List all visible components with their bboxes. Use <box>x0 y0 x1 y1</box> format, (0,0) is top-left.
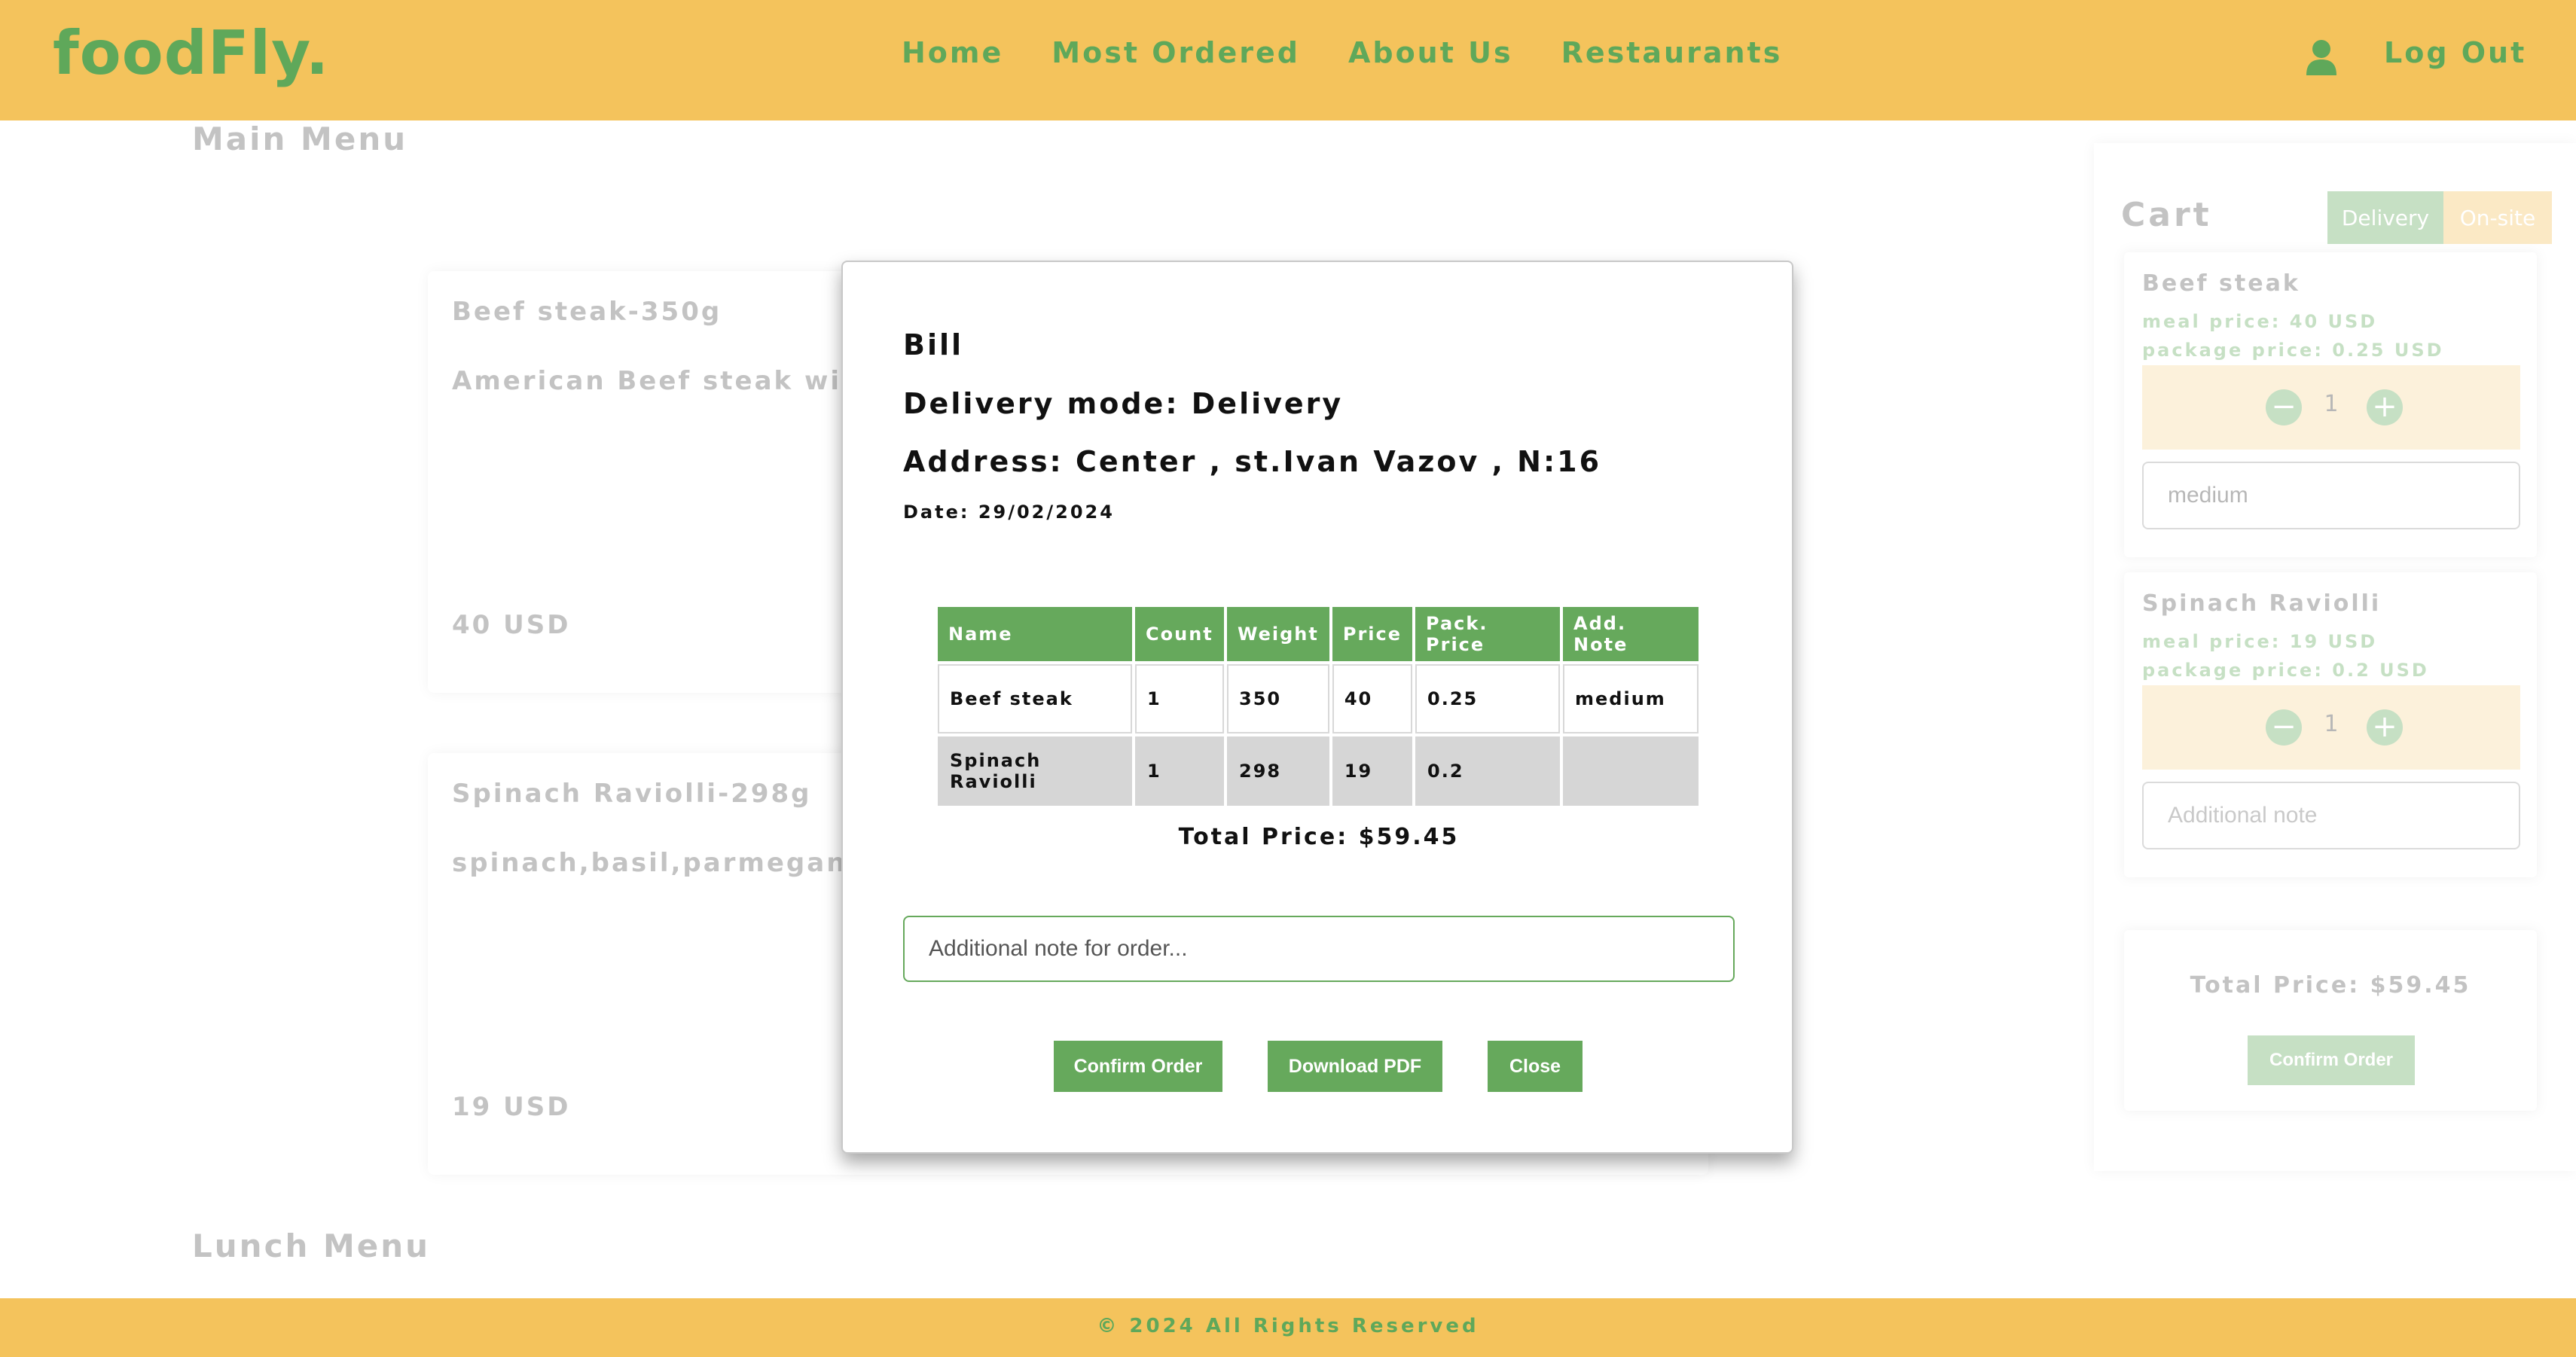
cart-confirm-button[interactable]: Confirm Order <box>2248 1035 2415 1085</box>
cart-item-note-input[interactable] <box>2142 782 2520 849</box>
quantity-stepper: − 1 + <box>2142 365 2520 450</box>
bill-date: Date: 29/02/2024 <box>903 502 1115 523</box>
column-header-price: Price <box>1332 607 1413 661</box>
menu-card-price: 19 USD <box>452 1092 571 1122</box>
cell-count: 1 <box>1135 664 1224 733</box>
cart-item-meal-price: meal price: 19 USD <box>2142 631 2378 652</box>
cart-item-note-input[interactable] <box>2142 462 2520 529</box>
column-header-count: Count <box>1135 607 1224 661</box>
minus-icon[interactable]: − <box>2266 389 2302 425</box>
delivery-address: Address: Center , st.Ivan Vazov , N:16 <box>903 445 1602 478</box>
cell-name: Spinach Raviolli <box>938 736 1132 806</box>
cart-item-name: Beef steak <box>2142 270 2300 297</box>
footer: © 2024 All Rights Reserved <box>0 1298 2576 1357</box>
plus-icon[interactable]: + <box>2367 709 2403 746</box>
lunch-menu-title: Lunch Menu <box>192 1227 431 1264</box>
bill-title: Bill <box>903 328 964 361</box>
cell-price: 40 <box>1332 664 1413 733</box>
cart-panel: Cart Delivery On-site Beef steak meal pr… <box>2094 143 2576 1171</box>
cart-item: Beef steak meal price: 40 USD package pr… <box>2124 252 2537 557</box>
main-menu-title: Main Menu <box>192 120 408 157</box>
column-header-add-note: Add. Note <box>1563 607 1699 661</box>
download-pdf-button[interactable]: Download PDF <box>1268 1041 1442 1092</box>
cell-add-note: medium <box>1563 664 1699 733</box>
table-header-row: Name Count Weight Price Pack. Price Add.… <box>938 607 1699 661</box>
quantity-stepper: − 1 + <box>2142 685 2520 770</box>
column-header-name: Name <box>938 607 1132 661</box>
user-icon[interactable] <box>2305 39 2338 75</box>
quantity-value: 1 <box>2324 391 2339 417</box>
cell-name: Beef steak <box>938 664 1132 733</box>
menu-card-description: American Beef steak with f <box>452 366 902 396</box>
menu-card-name: Beef steak-350g <box>452 297 722 327</box>
delivery-mode: Delivery mode: Delivery <box>903 387 1344 420</box>
cell-price: 19 <box>1332 736 1413 806</box>
cart-total-price: Total Price: $59.45 <box>2190 972 2471 999</box>
bill-table: Name Count Weight Price Pack. Price Add.… <box>935 604 1702 809</box>
cell-pack-price: 0.25 <box>1415 664 1561 733</box>
bill-modal: Bill Delivery mode: Delivery Address: Ce… <box>841 261 1793 1154</box>
close-button[interactable]: Close <box>1488 1041 1583 1092</box>
cart-item-name: Spinach Raviolli <box>2142 590 2382 617</box>
order-note-input[interactable] <box>903 916 1735 982</box>
delivery-toggle[interactable]: Delivery <box>2327 191 2443 244</box>
cell-count: 1 <box>1135 736 1224 806</box>
top-navbar: foodFly. Home Most Ordered About Us Rest… <box>0 0 2576 120</box>
column-header-weight: Weight <box>1227 607 1329 661</box>
table-row: Spinach Raviolli 1 298 19 0.2 <box>938 736 1699 806</box>
menu-card-price: 40 USD <box>452 610 571 640</box>
table-row: Beef steak 1 350 40 0.25 medium <box>938 664 1699 733</box>
cart-item-package-price: package price: 0.2 USD <box>2142 660 2429 681</box>
nav-about-us[interactable]: About Us <box>1348 36 1513 69</box>
menu-card-name: Spinach Raviolli-298g <box>452 779 812 809</box>
logout-link[interactable]: Log Out <box>2384 36 2526 69</box>
cell-pack-price: 0.2 <box>1415 736 1561 806</box>
cart-item: Spinach Raviolli meal price: 19 USD pack… <box>2124 572 2537 877</box>
cart-item-package-price: package price: 0.25 USD <box>2142 340 2444 361</box>
plus-icon[interactable]: + <box>2367 389 2403 425</box>
logo[interactable]: foodFly. <box>53 18 329 88</box>
nav-home[interactable]: Home <box>902 36 1003 69</box>
copyright-text: © 2024 All Rights Reserved <box>1097 1315 1479 1337</box>
menu-card-description: spinach,basil,parmegano,c <box>452 848 896 878</box>
confirm-order-button[interactable]: Confirm Order <box>1054 1041 1222 1092</box>
quantity-value: 1 <box>2324 711 2339 737</box>
minus-icon[interactable]: − <box>2266 709 2302 746</box>
cell-add-note <box>1563 736 1699 806</box>
cart-title: Cart <box>2121 196 2212 234</box>
bill-total-price: Total Price: $59.45 <box>1178 824 1460 850</box>
onsite-toggle[interactable]: On-site <box>2443 191 2552 244</box>
column-header-pack-price: Pack. Price <box>1415 607 1561 661</box>
cell-weight: 298 <box>1227 736 1329 806</box>
nav-restaurants[interactable]: Restaurants <box>1561 36 1783 69</box>
cell-weight: 350 <box>1227 664 1329 733</box>
cart-summary: Total Price: $59.45 Confirm Order <box>2124 930 2537 1111</box>
main-nav: Home Most Ordered About Us Restaurants <box>902 36 1782 69</box>
cart-item-meal-price: meal price: 40 USD <box>2142 311 2378 332</box>
nav-most-ordered[interactable]: Most Ordered <box>1051 36 1300 69</box>
